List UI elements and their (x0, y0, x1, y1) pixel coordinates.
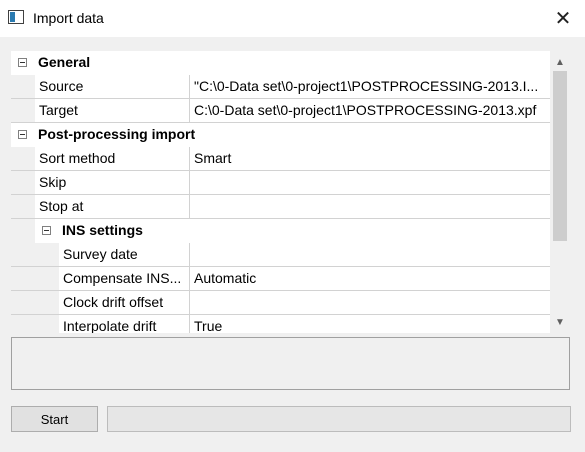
title-bar: Import data ✕ (0, 0, 585, 37)
collapse-icon[interactable] (18, 58, 27, 67)
vertical-scrollbar[interactable]: ▲ ▼ (550, 51, 570, 333)
property-row-sort-method[interactable]: Sort method Smart (11, 147, 550, 171)
property-value-interpolate-drift[interactable]: True (189, 315, 550, 333)
category-general[interactable]: General (11, 51, 550, 75)
close-icon: ✕ (554, 7, 572, 30)
row-gutter (11, 219, 35, 243)
scroll-up-button[interactable]: ▲ (550, 53, 570, 71)
row-gutter (11, 171, 35, 194)
category-post-processing[interactable]: Post-processing import (11, 123, 550, 147)
property-name: Stop at (35, 195, 189, 218)
scrollbar-thumb[interactable] (553, 71, 567, 241)
property-value-stop-at[interactable] (189, 195, 550, 218)
progress-bar (107, 406, 571, 432)
property-name: Target (35, 99, 189, 122)
start-button[interactable]: Start (11, 406, 98, 432)
property-name: Compensate INS... (59, 267, 189, 290)
property-value-source[interactable]: "C:\0-Data set\0-project1\POSTPROCESSING… (189, 75, 550, 98)
row-gutter (11, 315, 35, 333)
row-gutter (11, 195, 35, 218)
description-panel (11, 337, 570, 390)
property-row-compensate-ins[interactable]: Compensate INS... Automatic (11, 267, 550, 291)
property-row-survey-date[interactable]: Survey date (11, 243, 550, 267)
property-row-stop-at[interactable]: Stop at (11, 195, 550, 219)
row-gutter (11, 243, 35, 266)
category-label: Post-processing import (38, 126, 196, 142)
property-name: Interpolate drift (59, 315, 189, 333)
chevron-up-icon: ▲ (555, 56, 565, 68)
row-gutter (35, 243, 59, 266)
property-value-sort-method[interactable]: Smart (189, 147, 550, 170)
property-grid-rows: General Source "C:\0-Data set\0-project1… (11, 51, 550, 333)
row-gutter (11, 267, 35, 290)
row-gutter (11, 147, 35, 170)
close-button[interactable]: ✕ (548, 4, 578, 32)
dialog-body: General Source "C:\0-Data set\0-project1… (0, 37, 585, 452)
property-row-target[interactable]: Target C:\0-Data set\0-project1\POSTPROC… (11, 99, 550, 123)
collapse-icon[interactable] (42, 226, 51, 235)
scroll-down-button[interactable]: ▼ (550, 313, 570, 331)
property-name: Survey date (59, 243, 189, 266)
property-row-interpolate-drift[interactable]: Interpolate drift True (11, 315, 550, 333)
property-name: Sort method (35, 147, 189, 170)
row-gutter (11, 99, 35, 122)
window-icon (8, 10, 24, 24)
row-gutter (11, 75, 35, 98)
category-label: General (38, 54, 91, 70)
property-row-clock-drift-offset[interactable]: Clock drift offset (11, 291, 550, 315)
row-gutter (35, 267, 59, 290)
category-label: INS settings (62, 222, 143, 238)
row-gutter (35, 291, 59, 314)
collapse-icon[interactable] (18, 130, 27, 139)
property-value-target[interactable]: C:\0-Data set\0-project1\POSTPROCESSING-… (189, 99, 550, 122)
property-value-clock-drift-offset[interactable] (189, 291, 550, 314)
category-ins-settings[interactable]: INS settings (11, 219, 550, 243)
window-title: Import data (33, 10, 104, 26)
property-value-survey-date[interactable] (189, 243, 550, 266)
row-gutter (11, 291, 35, 314)
row-gutter (35, 315, 59, 333)
property-name: Clock drift offset (59, 291, 189, 314)
property-value-compensate-ins[interactable]: Automatic (189, 267, 550, 290)
chevron-down-icon: ▼ (555, 316, 565, 328)
property-row-skip[interactable]: Skip (11, 171, 550, 195)
property-grid[interactable]: General Source "C:\0-Data set\0-project1… (11, 51, 570, 333)
property-name: Skip (35, 171, 189, 194)
property-value-skip[interactable] (189, 171, 550, 194)
property-name: Source (35, 75, 189, 98)
property-row-source[interactable]: Source "C:\0-Data set\0-project1\POSTPRO… (11, 75, 550, 99)
